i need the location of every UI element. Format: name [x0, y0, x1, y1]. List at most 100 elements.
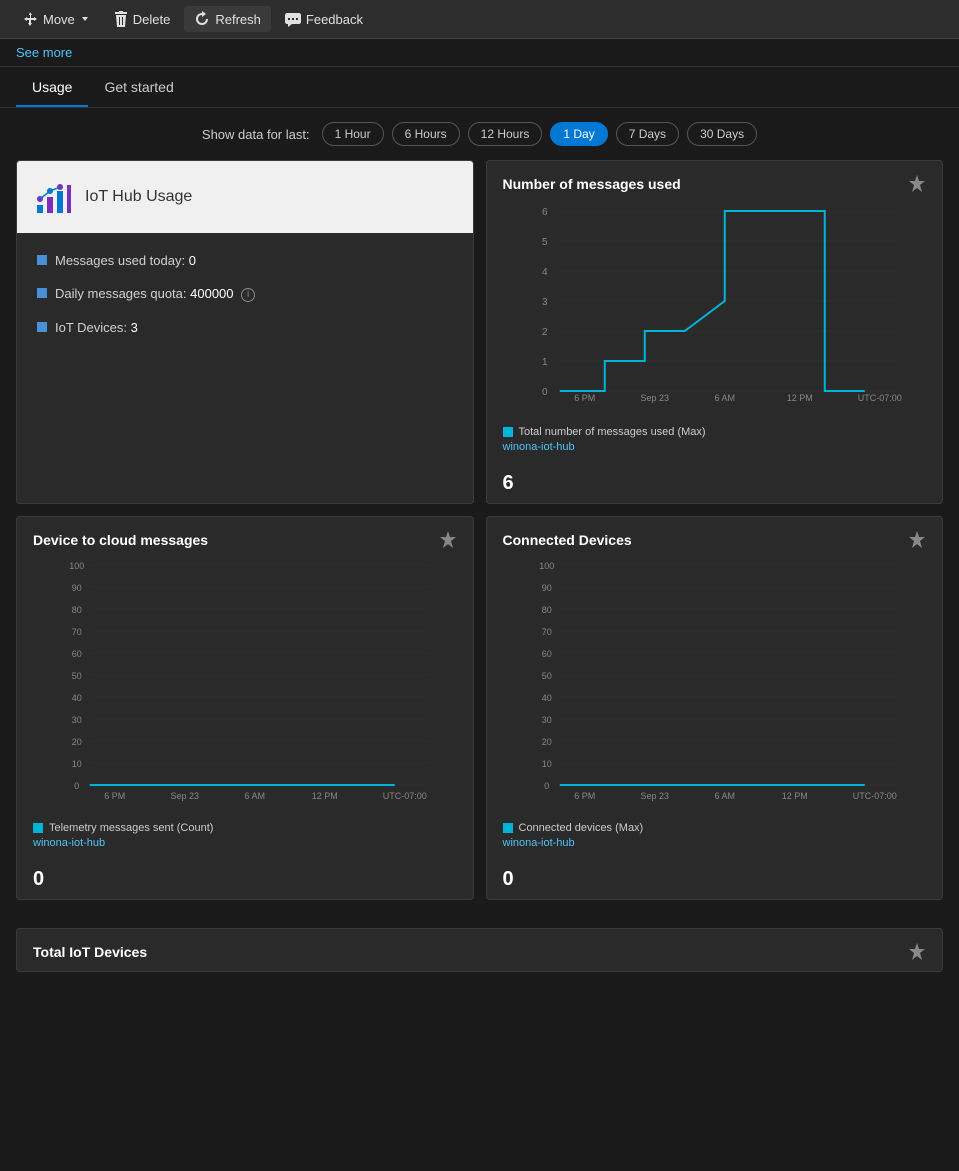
svg-text:1: 1	[541, 357, 547, 368]
iot-hub-body: Messages used today: 0 Daily messages qu…	[17, 233, 473, 373]
svg-text:Sep 23: Sep 23	[640, 791, 669, 801]
device-cloud-chart-card: Device to cloud messages 100 90 80 70 60…	[16, 516, 474, 900]
dashboard-grid: IoT Hub Usage Messages used today: 0 Dai…	[0, 160, 959, 916]
connected-devices-legend-value: 0	[487, 864, 943, 899]
time-filter: Show data for last: 1 Hour 6 Hours 12 Ho…	[0, 108, 959, 160]
messages-legend-value: 6	[487, 468, 943, 503]
svg-text:0: 0	[74, 781, 79, 791]
svg-text:UTC-07:00: UTC-07:00	[383, 791, 427, 801]
svg-text:3: 3	[541, 297, 547, 308]
time-6h-button[interactable]: 6 Hours	[392, 122, 460, 146]
feedback-icon	[285, 11, 301, 27]
svg-text:6: 6	[541, 207, 547, 218]
svg-text:6 AM: 6 AM	[244, 791, 265, 801]
device-cloud-pin-icon[interactable]	[439, 531, 457, 549]
iot-devices-metric: IoT Devices: 3	[37, 320, 453, 335]
messages-chart-legend: Total number of messages used (Max) wino…	[487, 418, 943, 468]
svg-text:90: 90	[72, 583, 82, 593]
svg-text:4: 4	[541, 267, 547, 278]
total-devices-pin-icon[interactable]	[908, 943, 926, 961]
svg-text:50: 50	[72, 671, 82, 681]
bottom-section: Total IoT Devices	[0, 928, 959, 988]
connected-devices-chart-header: Connected Devices	[487, 517, 943, 559]
messages-legend-color	[503, 427, 513, 437]
metric-indicator-3	[37, 322, 47, 332]
svg-text:6 AM: 6 AM	[714, 393, 735, 403]
svg-text:80: 80	[541, 605, 551, 615]
svg-text:60: 60	[72, 649, 82, 659]
svg-text:100: 100	[539, 561, 554, 571]
messages-chart-title: Number of messages used	[503, 176, 681, 192]
metric-indicator-2	[37, 288, 47, 298]
time-7d-button[interactable]: 7 Days	[616, 122, 679, 146]
total-devices-card: Total IoT Devices	[16, 928, 943, 972]
svg-text:60: 60	[541, 649, 551, 659]
svg-text:6 PM: 6 PM	[574, 393, 595, 403]
connected-devices-legend-color	[503, 823, 513, 833]
metric-indicator-1	[37, 255, 47, 265]
svg-text:Sep 23: Sep 23	[170, 791, 199, 801]
svg-text:6 PM: 6 PM	[574, 791, 595, 801]
svg-text:40: 40	[72, 693, 82, 703]
iot-hub-icon	[33, 177, 73, 217]
see-more-link[interactable]: See more	[16, 45, 72, 60]
svg-text:6 PM: 6 PM	[104, 791, 125, 801]
svg-text:20: 20	[72, 737, 82, 747]
move-button[interactable]: Move	[12, 6, 100, 32]
svg-text:20: 20	[541, 737, 551, 747]
svg-text:Sep 23: Sep 23	[640, 393, 669, 403]
svg-text:10: 10	[72, 759, 82, 769]
svg-text:12 PM: 12 PM	[786, 393, 812, 403]
svg-text:2: 2	[541, 327, 547, 338]
svg-text:30: 30	[72, 715, 82, 725]
svg-text:70: 70	[72, 627, 82, 637]
daily-quota-metric: Daily messages quota: 400000 i	[37, 286, 453, 302]
device-cloud-chart-svg: 100 90 80 70 60 50 40 30 20 10 0	[29, 559, 461, 799]
tab-get-started[interactable]: Get started	[88, 69, 189, 107]
delete-icon	[114, 11, 128, 27]
connected-devices-chart-container: 100 90 80 70 60 50 40 30 20 10 0	[487, 559, 943, 814]
total-devices-header: Total IoT Devices	[17, 929, 942, 971]
time-12h-button[interactable]: 12 Hours	[468, 122, 543, 146]
iot-hub-usage-card: IoT Hub Usage Messages used today: 0 Dai…	[16, 160, 474, 504]
device-cloud-legend: Telemetry messages sent (Count) winona-i…	[17, 814, 473, 864]
time-30d-button[interactable]: 30 Days	[687, 122, 757, 146]
svg-text:100: 100	[69, 561, 84, 571]
svg-text:70: 70	[541, 627, 551, 637]
svg-text:10: 10	[541, 759, 551, 769]
messages-pin-icon[interactable]	[908, 175, 926, 193]
tab-usage[interactable]: Usage	[16, 69, 88, 107]
toolbar: Move Delete Refresh Feedback	[0, 0, 959, 39]
tab-bar: Usage Get started	[0, 69, 959, 108]
iot-hub-header: IoT Hub Usage	[17, 161, 473, 233]
refresh-icon	[194, 11, 210, 27]
refresh-button[interactable]: Refresh	[184, 6, 271, 32]
time-1h-button[interactable]: 1 Hour	[322, 122, 384, 146]
messages-chart-card: Number of messages used 6 5 4 3 2 1 0	[486, 160, 944, 504]
quota-info-icon[interactable]: i	[241, 288, 255, 302]
svg-text:30: 30	[541, 715, 551, 725]
delete-button[interactable]: Delete	[104, 6, 181, 32]
feedback-button[interactable]: Feedback	[275, 6, 373, 32]
messages-chart-container: 6 5 4 3 2 1 0 6 PM Sep 23 6 A	[487, 203, 943, 418]
time-1d-button[interactable]: 1 Day	[550, 122, 607, 146]
total-devices-title: Total IoT Devices	[33, 944, 147, 960]
device-cloud-legend-value: 0	[17, 864, 473, 899]
device-cloud-chart-header: Device to cloud messages	[17, 517, 473, 559]
see-more-bar: See more	[0, 39, 959, 67]
connected-devices-chart-card: Connected Devices 100 90 80 70 60 50 40 …	[486, 516, 944, 900]
connected-devices-chart-title: Connected Devices	[503, 532, 632, 548]
svg-text:0: 0	[541, 387, 547, 398]
messages-used-metric: Messages used today: 0	[37, 253, 453, 268]
svg-text:80: 80	[72, 605, 82, 615]
messages-chart-svg: 6 5 4 3 2 1 0 6 PM Sep 23 6 A	[499, 203, 931, 403]
connected-devices-pin-icon[interactable]	[908, 531, 926, 549]
svg-text:6 AM: 6 AM	[714, 791, 735, 801]
svg-text:0: 0	[544, 781, 549, 791]
svg-text:5: 5	[541, 237, 547, 248]
move-icon	[22, 11, 38, 27]
device-cloud-legend-color	[33, 823, 43, 833]
svg-text:UTC-07:00: UTC-07:00	[852, 791, 896, 801]
device-cloud-chart-container: 100 90 80 70 60 50 40 30 20 10 0	[17, 559, 473, 814]
svg-text:12 PM: 12 PM	[781, 791, 807, 801]
